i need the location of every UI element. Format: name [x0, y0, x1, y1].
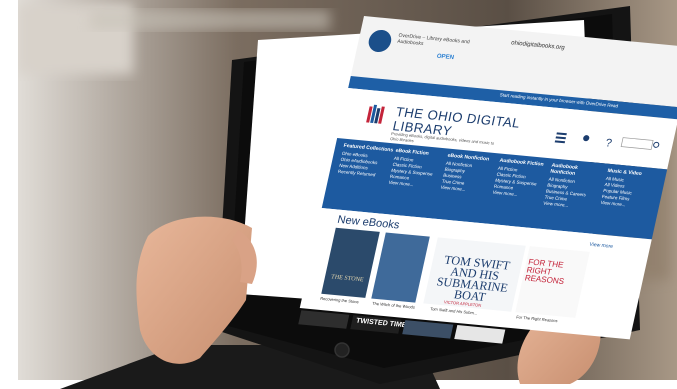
nav-col-music-video[interactable]: Music & Video All Music All Videos Popular…: [600, 168, 658, 211]
nav-col-audio-nonfiction[interactable]: Audiobook Nonfiction All Nonfiction Biogr…: [543, 163, 603, 212]
nav-col-ebook-nonfiction[interactable]: eBook Nonfiction All Nonfiction Biography…: [440, 153, 498, 196]
search-input: [620, 137, 654, 150]
screen-projection: ohiodigitalbooks.org OverDrive – Library…: [298, 16, 677, 344]
row2-book-3[interactable]: [402, 320, 454, 339]
left-border: [0, 0, 18, 389]
nav-col-audio-fiction[interactable]: Audiobook Fiction All Fiction Classic Fic…: [492, 158, 550, 201]
help-icon: ?: [604, 137, 613, 149]
row2-book-4[interactable]: [454, 325, 506, 344]
menu-icon: [556, 132, 567, 136]
nav-col-ebook-fiction[interactable]: eBook Fiction All Fiction Classic Fiction…: [388, 148, 446, 191]
account-icon: [583, 135, 590, 142]
search-icon: [653, 141, 660, 148]
tom-swift-cover-title: TOM SWIFT AND HIS SUBMARINE BOAT: [435, 252, 512, 305]
nav-col-featured[interactable]: Featured Collections Ohio eBooks Ohio eAu…: [337, 143, 394, 180]
right-reasons-cover-title: FOR THE RIGHT REASONS: [523, 257, 565, 287]
screen-content: ohiodigitalbooks.org OverDrive – Library…: [236, 16, 677, 356]
photo-scene: ohiodigitalbooks.org OverDrive – Library…: [0, 0, 677, 389]
row2-book-1[interactable]: [298, 310, 350, 329]
